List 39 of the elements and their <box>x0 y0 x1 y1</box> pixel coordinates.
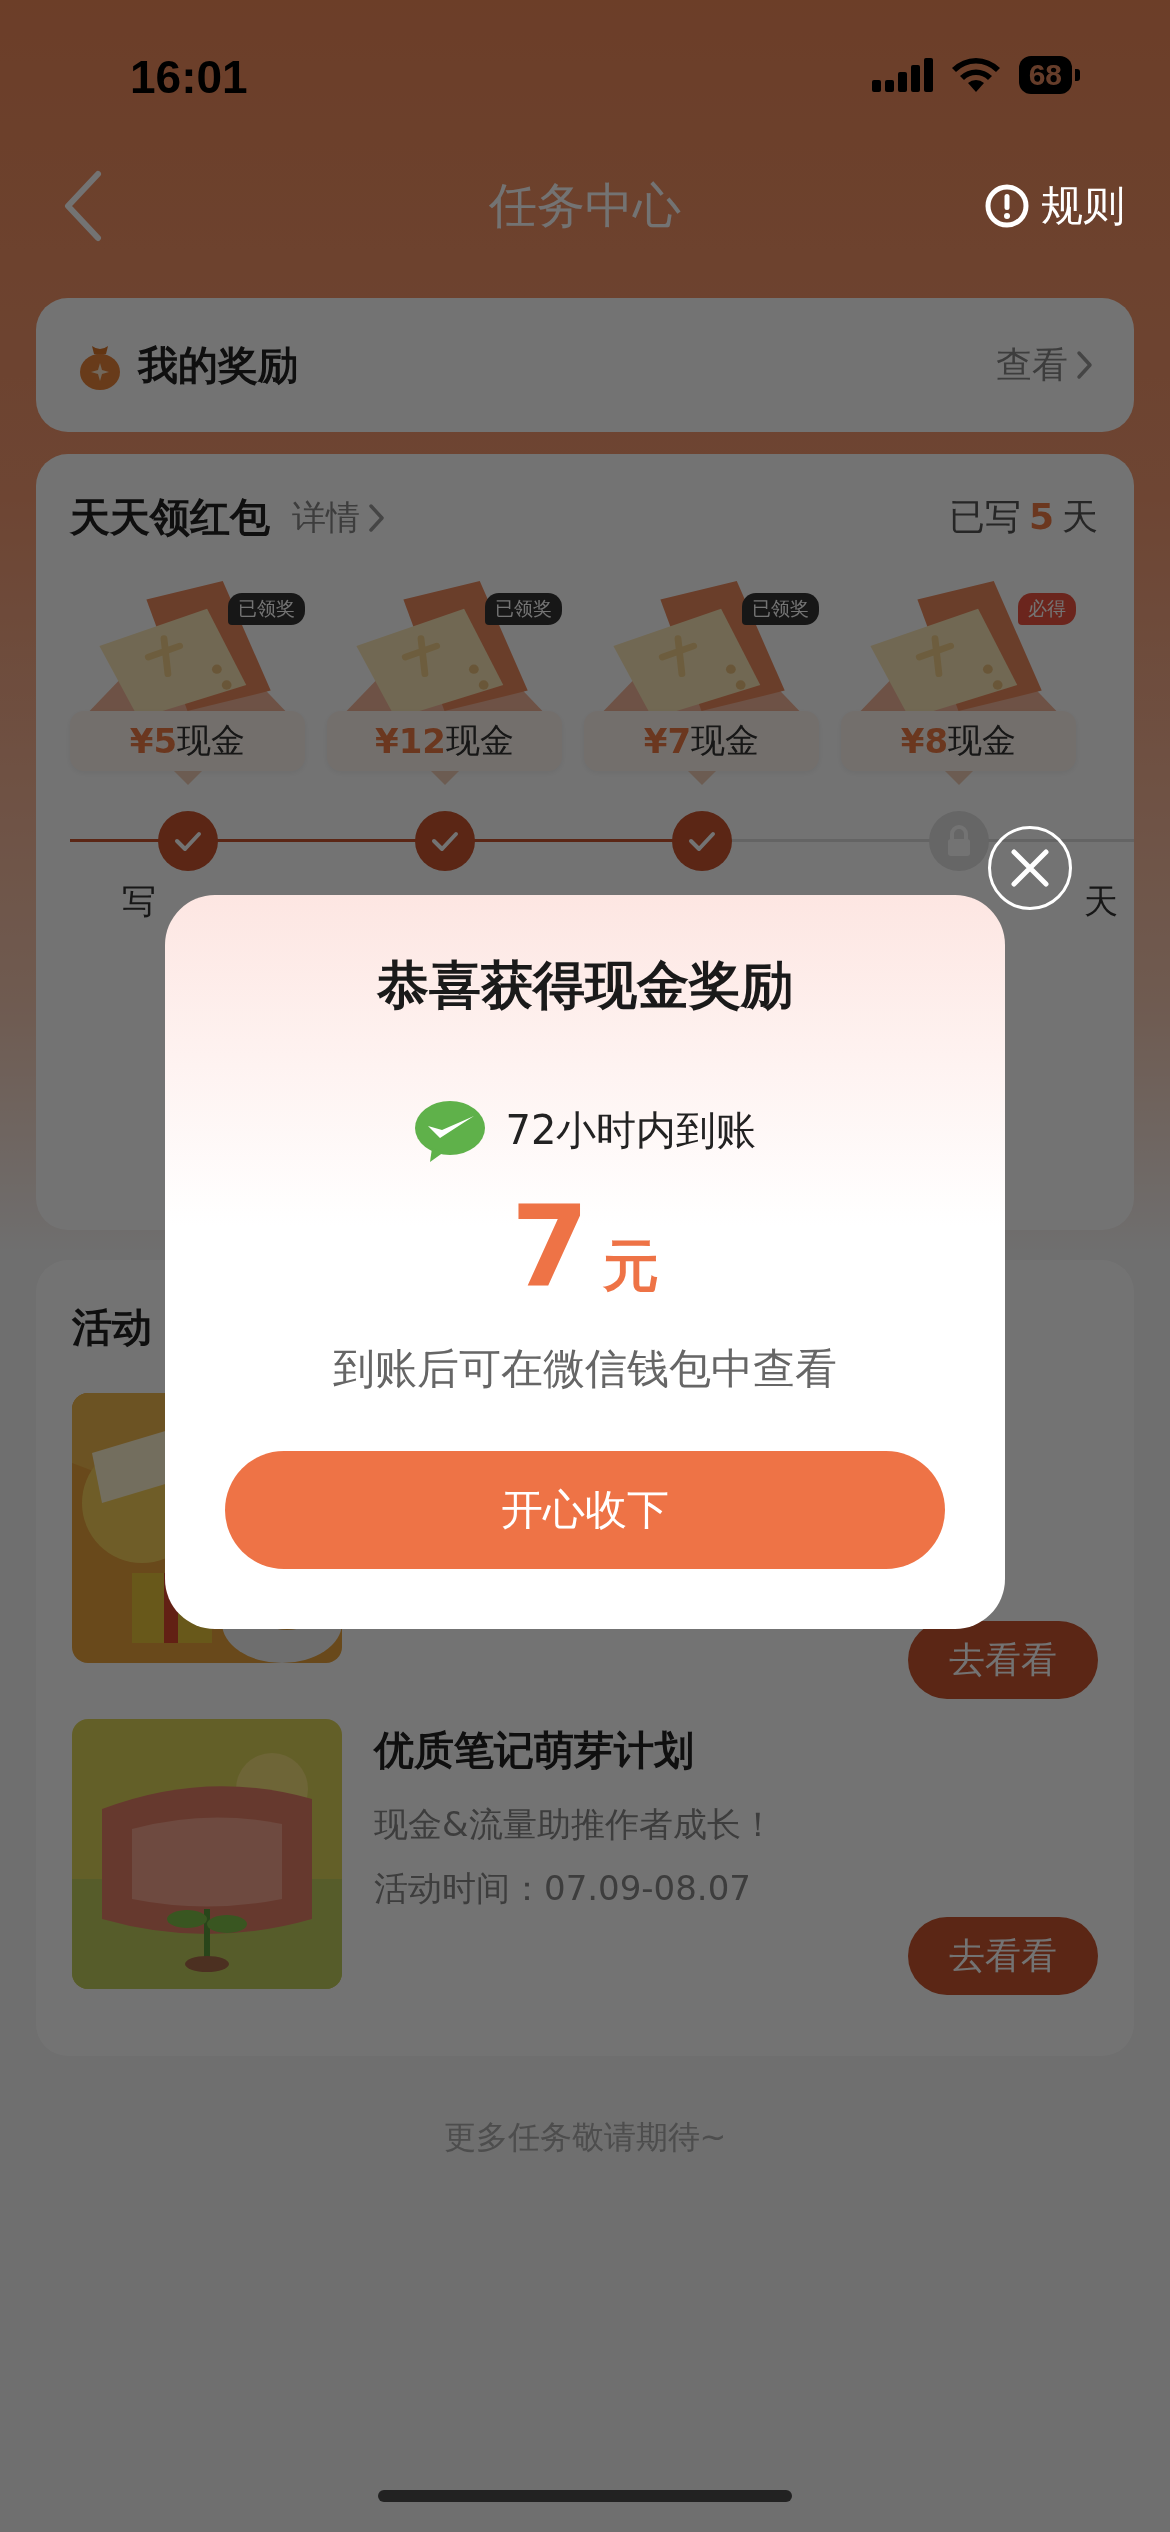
reward-amount: ¥8现金 <box>841 711 1076 771</box>
chevron-right-icon <box>1076 350 1094 380</box>
view-button[interactable]: 去看看 <box>908 1917 1098 1995</box>
section-title: 天天领红包 <box>70 493 270 542</box>
activity-title: 优质笔记萌芽计划 <box>374 1726 695 1775</box>
page-title: 任务中心 <box>489 177 681 233</box>
close-button[interactable] <box>988 826 1072 910</box>
reward-amount: 7 元 <box>511 1189 659 1305</box>
reward-badge: 已领奖 <box>742 593 819 625</box>
reward-badge: 已领奖 <box>228 593 305 625</box>
day-label: 写 <box>122 880 156 923</box>
section-title: 活动 <box>72 1303 153 1352</box>
info-icon <box>985 184 1029 228</box>
battery-level: 68 <box>1018 56 1072 94</box>
close-icon <box>1010 848 1050 888</box>
reward-amount: ¥5现金 <box>70 711 305 771</box>
reward-badge: 必得 <box>1018 593 1076 625</box>
pointer-notch <box>430 771 459 785</box>
arrival-notice: 72小时内到账 <box>505 1106 757 1156</box>
view-button[interactable]: 去看看 <box>908 1621 1098 1699</box>
reward-badge: 已领奖 <box>485 593 562 625</box>
battery-cap <box>1075 69 1080 81</box>
status-time: 16:01 <box>130 50 248 104</box>
dialog-title: 恭喜获得现金奖励 <box>377 954 793 1017</box>
streak-text: 已写 5 天 <box>948 495 1098 539</box>
wallet-hint: 到账后可在微信钱包中查看 <box>333 1342 837 1395</box>
pointer-notch <box>944 771 973 785</box>
day-label: 天 <box>1084 880 1118 923</box>
accept-button[interactable]: 开心收下 <box>225 1450 945 1569</box>
chevron-right-icon <box>368 502 386 533</box>
signal-icon <box>871 58 933 92</box>
rewards-title: 我的奖励 <box>138 340 298 390</box>
chat-check-icon <box>413 1099 486 1162</box>
pointer-notch <box>173 771 202 785</box>
pointer-notch <box>687 771 716 785</box>
wifi-icon <box>950 58 1001 92</box>
reward-amount: ¥7现金 <box>584 711 819 771</box>
rules-link[interactable]: 规则 <box>985 178 1125 234</box>
reward-amount: ¥12现金 <box>327 711 562 771</box>
